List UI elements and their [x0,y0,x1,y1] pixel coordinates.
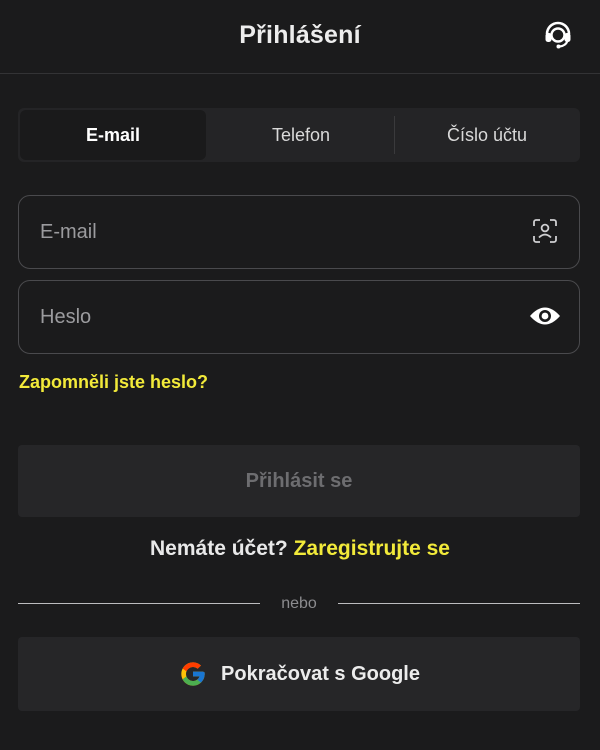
page-title: Přihlášení [239,21,361,49]
app-header: Přihlášení [0,0,600,74]
login-method-tabs: E-mail Telefon Číslo účtu [18,108,580,162]
forgot-password-link[interactable]: Zapomněli jste heslo? [19,372,208,393]
register-link[interactable]: Zaregistrujte se [294,537,450,560]
google-logo-icon [178,659,208,689]
divider-line-right [338,603,580,604]
password-input[interactable] [38,281,508,353]
support-button[interactable] [540,18,576,54]
register-prompt-text: Nemáte účet? [150,537,288,560]
tab-account-number[interactable]: Číslo účtu [394,108,580,162]
tab-email[interactable]: E-mail [20,110,206,160]
password-field-container [18,280,580,354]
face-scan-button[interactable] [529,217,561,249]
email-input[interactable] [38,196,508,268]
or-divider: nebo [18,594,580,614]
login-button[interactable]: Přihlásit se [18,445,580,517]
google-login-label: Pokračovat s Google [221,662,420,685]
register-prompt: Nemáte účet? Zaregistrujte se [0,537,600,561]
email-field-container [18,195,580,269]
toggle-password-visibility-button[interactable] [529,302,561,334]
tab-phone[interactable]: Telefon [208,108,394,162]
face-scan-icon [532,218,558,249]
headset-icon [541,17,575,56]
eye-icon [529,305,561,332]
divider-label: nebo [281,595,317,612]
google-login-button[interactable]: Pokračovat s Google [18,637,580,711]
